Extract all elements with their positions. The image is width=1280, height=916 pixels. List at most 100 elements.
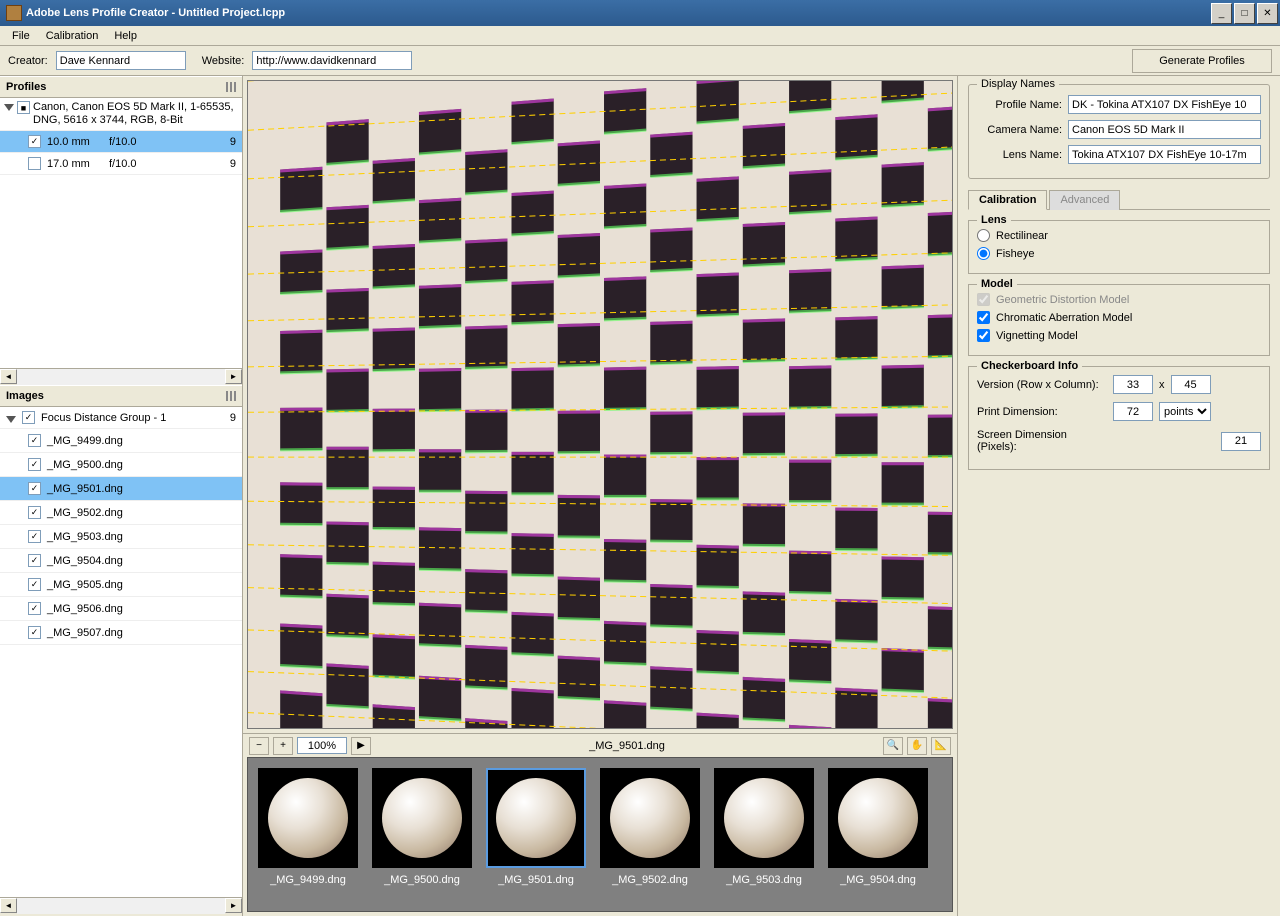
thumbnail-image xyxy=(600,768,700,868)
image-row[interactable]: ✓ _MG_9507.dng xyxy=(0,621,242,645)
row-checkbox[interactable]: ✓ xyxy=(28,578,41,591)
creator-label: Creator: xyxy=(8,55,48,67)
image-row[interactable]: ✓ _MG_9506.dng xyxy=(0,597,242,621)
count: 9 xyxy=(230,136,236,148)
camera-name-input[interactable] xyxy=(1068,120,1261,139)
viewer-filename: _MG_9501.dng xyxy=(375,740,879,752)
thumbnail[interactable]: _MG_9500.dng xyxy=(368,768,476,911)
lens-name-input[interactable] xyxy=(1068,145,1261,164)
print-input[interactable] xyxy=(1113,402,1153,421)
cols-input[interactable] xyxy=(1171,375,1211,394)
vignetting-checkbox[interactable] xyxy=(977,329,990,342)
menu-calibration[interactable]: Calibration xyxy=(38,28,107,44)
rows-input[interactable] xyxy=(1113,375,1153,394)
scroll-left-icon[interactable]: ◄ xyxy=(0,369,17,384)
ruler-icon[interactable]: 📐 xyxy=(931,737,951,755)
hand-icon[interactable]: ✋ xyxy=(907,737,927,755)
images-group[interactable]: ✓ Focus Distance Group - 1 9 xyxy=(0,407,242,429)
profile-row[interactable]: ✓ 10.0 mm f/10.0 9 xyxy=(0,131,242,153)
row-checkbox[interactable]: ✓ xyxy=(28,530,41,543)
close-button[interactable]: ✕ xyxy=(1257,3,1278,24)
menu-file[interactable]: File xyxy=(4,28,38,44)
focal-length: 17.0 mm xyxy=(47,158,103,170)
right-panel: Display Names Profile Name: Camera Name:… xyxy=(958,76,1280,916)
print-unit-select[interactable]: points xyxy=(1159,402,1211,421)
filmstrip[interactable]: _MG_9499.dng _MG_9500.dng _MG_9501.dng _… xyxy=(247,757,953,912)
zoom-out-button[interactable]: − xyxy=(249,737,269,755)
creator-input[interactable] xyxy=(56,51,186,70)
model-title: Model xyxy=(977,278,1017,290)
rectilinear-label: Rectilinear xyxy=(996,230,1048,242)
screen-input[interactable] xyxy=(1221,432,1261,451)
lens-group: Lens Rectilinear Fisheye xyxy=(968,220,1270,274)
profile-group[interactable]: ■ Canon, Canon EOS 5D Mark II, 1-65535, … xyxy=(0,98,242,131)
row-checkbox[interactable]: ✓ xyxy=(28,434,41,447)
images-group-label: Focus Distance Group - 1 xyxy=(41,412,166,424)
image-row[interactable]: ✓ _MG_9502.dng xyxy=(0,501,242,525)
x-label: x xyxy=(1159,379,1165,391)
images-scrollbar[interactable]: ◄ ► xyxy=(0,897,242,914)
geometric-checkbox xyxy=(977,293,990,306)
website-label: Website: xyxy=(202,55,245,67)
display-names-title: Display Names xyxy=(977,78,1059,90)
thumbnail[interactable]: _MG_9504.dng xyxy=(824,768,932,911)
collapse-icon[interactable] xyxy=(4,104,14,111)
zoom-play-button[interactable]: ▶ xyxy=(351,737,371,755)
collapse-icon[interactable] xyxy=(6,416,16,423)
row-checkbox[interactable]: ✓ xyxy=(28,458,41,471)
display-names-group: Display Names Profile Name: Camera Name:… xyxy=(968,84,1270,179)
count: 9 xyxy=(230,158,236,170)
image-viewer[interactable] xyxy=(247,80,953,729)
tab-advanced[interactable]: Advanced xyxy=(1049,190,1120,210)
minimize-button[interactable]: _ xyxy=(1211,3,1232,24)
title-bar: Adobe Lens Profile Creator - Untitled Pr… xyxy=(0,0,1280,26)
thumbnail[interactable]: _MG_9499.dng xyxy=(254,768,362,911)
profile-row[interactable]: 17.0 mm f/10.0 9 xyxy=(0,153,242,175)
maximize-button[interactable]: □ xyxy=(1234,3,1255,24)
row-checkbox[interactable] xyxy=(28,157,41,170)
fisheye-radio[interactable] xyxy=(977,247,990,260)
thumbnail[interactable]: _MG_9501.dng xyxy=(482,768,590,911)
window-title: Adobe Lens Profile Creator - Untitled Pr… xyxy=(26,7,1209,19)
profile-name-input[interactable] xyxy=(1068,95,1261,114)
zoom-in-button[interactable]: + xyxy=(273,737,293,755)
image-row[interactable]: ✓ _MG_9503.dng xyxy=(0,525,242,549)
image-row[interactable]: ✓ _MG_9500.dng xyxy=(0,453,242,477)
thumbnail[interactable]: _MG_9502.dng xyxy=(596,768,704,911)
row-checkbox[interactable]: ✓ xyxy=(28,626,41,639)
rectilinear-radio[interactable] xyxy=(977,229,990,242)
row-checkbox[interactable]: ✓ xyxy=(28,554,41,567)
zoom-input[interactable] xyxy=(297,737,347,754)
scroll-right-icon[interactable]: ► xyxy=(225,898,242,913)
scroll-right-icon[interactable]: ► xyxy=(225,369,242,384)
image-name: _MG_9503.dng xyxy=(47,531,123,543)
images-header: Images xyxy=(0,385,242,407)
image-row[interactable]: ✓ _MG_9505.dng xyxy=(0,573,242,597)
row-checkbox[interactable]: ✓ xyxy=(28,506,41,519)
group-checkbox[interactable]: ✓ xyxy=(22,411,35,424)
chromatic-checkbox[interactable] xyxy=(977,311,990,324)
generate-profiles-button[interactable]: Generate Profiles xyxy=(1132,49,1272,73)
website-input[interactable] xyxy=(252,51,412,70)
image-row[interactable]: ✓ _MG_9501.dng xyxy=(0,477,242,501)
profiles-scrollbar[interactable]: ◄ ► xyxy=(0,368,242,385)
image-name: _MG_9505.dng xyxy=(47,579,123,591)
print-label: Print Dimension: xyxy=(977,406,1107,418)
thumbnail-label: _MG_9502.dng xyxy=(612,874,688,886)
group-checkbox[interactable]: ■ xyxy=(17,101,30,114)
magnify-icon[interactable]: 🔍 xyxy=(883,737,903,755)
row-checkbox[interactable]: ✓ xyxy=(28,602,41,615)
row-checkbox[interactable]: ✓ xyxy=(28,482,41,495)
menu-help[interactable]: Help xyxy=(106,28,145,44)
thumbnail[interactable]: _MG_9503.dng xyxy=(710,768,818,911)
vignetting-label: Vignetting Model xyxy=(996,330,1078,342)
image-row[interactable]: ✓ _MG_9504.dng xyxy=(0,549,242,573)
image-row[interactable]: ✓ _MG_9499.dng xyxy=(0,429,242,453)
row-checkbox[interactable]: ✓ xyxy=(28,135,41,148)
scroll-left-icon[interactable]: ◄ xyxy=(0,898,17,913)
profiles-header: Profiles xyxy=(0,76,242,98)
tab-calibration[interactable]: Calibration xyxy=(968,190,1047,210)
checkerboard-title: Checkerboard Info xyxy=(977,360,1082,372)
checkerboard-group: Checkerboard Info Version (Row x Column)… xyxy=(968,366,1270,470)
aperture: f/10.0 xyxy=(109,158,165,170)
